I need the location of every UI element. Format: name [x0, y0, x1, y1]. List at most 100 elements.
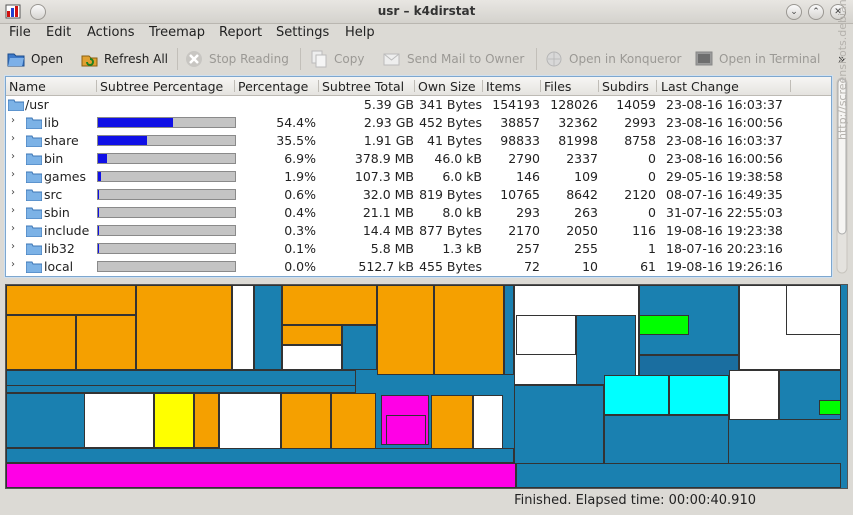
column-divider[interactable] [790, 80, 791, 92]
column-divider[interactable] [540, 80, 541, 92]
menu-report[interactable]: Report [219, 25, 262, 40]
treemap-tile[interactable] [282, 285, 377, 325]
tree-row-include[interactable]: › include 0.3% 14.4 MB 877 Bytes 2170 2050 116 1… [6, 222, 831, 240]
expand-arrow-icon[interactable]: › [11, 133, 15, 144]
tree-row-lib[interactable]: › lib 54.4% 2.93 GB 452 Bytes 38857 32362 2993 2… [6, 114, 831, 132]
treemap-tile[interactable] [6, 448, 514, 463]
folder-icon [26, 243, 42, 255]
tree-row-games[interactable]: › games 1.9% 107.3 MB 6.0 kB 146 109 0 29-05-16 … [6, 168, 831, 186]
expand-arrow-icon[interactable]: › [11, 115, 15, 126]
treemap-tile[interactable] [431, 395, 473, 450]
tree-row-src[interactable]: › src 0.6% 32.0 MB 819 Bytes 10765 8642 2120 08-… [6, 186, 831, 204]
column-divider[interactable] [598, 80, 599, 92]
treemap-tile[interactable] [6, 463, 516, 488]
expand-arrow-icon[interactable]: › [11, 259, 15, 270]
tree-row-bin[interactable]: › bin 6.9% 378.9 MB 46.0 kB 2790 2337 0 23-08-16… [6, 150, 831, 168]
column-header-last-change[interactable]: Last Change [661, 79, 739, 94]
column-header-items[interactable]: Items [486, 79, 521, 94]
send-mail-button[interactable]: Send Mail to Owner [383, 49, 524, 69]
refresh-all-button[interactable]: Refresh All [80, 49, 168, 69]
column-divider[interactable] [234, 80, 235, 92]
column-header-subdirs[interactable]: Subdirs [602, 79, 649, 94]
treemap-tile[interactable] [254, 285, 282, 370]
treemap-tile[interactable] [786, 285, 841, 335]
treemap-tile[interactable] [76, 315, 136, 370]
treemap-tile[interactable] [331, 393, 376, 453]
open-button[interactable]: Open [7, 49, 63, 69]
folder-icon [26, 135, 42, 147]
treemap-tile[interactable] [154, 393, 194, 448]
expand-arrow-icon[interactable]: › [11, 187, 15, 198]
tree-row-lib32[interactable]: › lib32 0.1% 5.8 MB 1.3 kB 257 255 1 18-07-16 20… [6, 240, 831, 258]
treemap-tile[interactable] [604, 415, 729, 465]
column-header-own-size[interactable]: Own Size [418, 79, 476, 94]
column-divider[interactable] [482, 80, 483, 92]
treemap-tile[interactable] [6, 315, 76, 370]
tree-row-sbin[interactable]: › sbin 0.4% 21.1 MB 8.0 kB 293 263 0 31-07-16 22… [6, 204, 831, 222]
treemap-tile[interactable] [6, 285, 136, 315]
treemap-tile[interactable] [194, 393, 219, 448]
column-header-subtree-percentage[interactable]: Subtree Percentage [100, 79, 223, 94]
window-menu-button[interactable] [30, 4, 46, 20]
treemap-tile[interactable] [386, 415, 426, 445]
maximize-button[interactable]: ⌃ [808, 4, 824, 20]
treemap-tile[interactable] [232, 285, 254, 370]
expand-arrow-icon[interactable]: › [11, 223, 15, 234]
treemap-tile[interactable] [377, 285, 434, 375]
menu-actions[interactable]: Actions [87, 25, 135, 40]
column-divider[interactable] [318, 80, 319, 92]
treemap-tile[interactable] [514, 385, 604, 465]
splitter-handle[interactable] [0, 277, 853, 286]
expand-arrow-icon[interactable]: › [11, 205, 15, 216]
copy-button[interactable]: Copy [310, 49, 364, 69]
column-divider[interactable] [414, 80, 415, 92]
treemap-tile[interactable] [604, 375, 669, 415]
column-divider[interactable] [656, 80, 657, 92]
treemap-tile[interactable] [819, 400, 841, 415]
menu-treemap[interactable]: Treemap [149, 25, 205, 40]
toolbar-separator [300, 48, 301, 70]
treemap-tile[interactable] [516, 315, 576, 355]
treemap-tile[interactable] [342, 325, 377, 370]
treemap-tile[interactable] [136, 285, 232, 370]
treemap-tile[interactable] [281, 393, 331, 453]
treemap-tile[interactable] [504, 285, 514, 375]
column-header-files[interactable]: Files [544, 79, 571, 94]
folder-icon [26, 225, 42, 237]
directory-tree-view[interactable]: Name Subtree Percentage Percentage Subtr… [5, 76, 832, 277]
treemap-tile[interactable] [729, 370, 779, 420]
stop-reading-button[interactable]: Stop Reading [185, 49, 289, 69]
open-in-terminal-button[interactable]: Open in Terminal [695, 49, 820, 69]
menu-help[interactable]: Help [345, 25, 375, 40]
treemap-tile[interactable] [6, 385, 356, 393]
expand-arrow-icon[interactable]: › [11, 241, 15, 252]
tree-row-local[interactable]: › local 0.0% 512.7 kB 455 Bytes 72 10 61 19-08-1… [6, 258, 831, 276]
treemap-tile[interactable] [282, 345, 342, 370]
subtree-percentage-bar [97, 243, 236, 254]
treemap-tile[interactable] [84, 393, 154, 448]
expand-arrow-icon[interactable]: › [11, 169, 15, 180]
treemap-tile[interactable] [282, 325, 342, 345]
menu-file[interactable]: File [9, 25, 31, 40]
treemap-tile[interactable] [473, 395, 503, 450]
treemap-tile[interactable] [639, 315, 689, 335]
treemap-view[interactable] [5, 284, 848, 489]
tree-row-share[interactable]: › share 35.5% 1.91 GB 41 Bytes 98833 81998 8758… [6, 132, 831, 150]
menu-settings[interactable]: Settings [276, 25, 329, 40]
expand-arrow-icon[interactable]: › [11, 151, 15, 162]
treemap-tile[interactable] [434, 285, 504, 375]
column-header-subtree-total[interactable]: Subtree Total [322, 79, 404, 94]
files-count: 2050 [566, 223, 598, 238]
menu-edit[interactable]: Edit [46, 25, 71, 40]
minimize-button[interactable]: ⌄ [786, 4, 802, 20]
tree-row-root[interactable]: /usr 5.39 GB 341 Bytes 154193 128026 140… [6, 96, 831, 114]
open-in-konqueror-button[interactable]: Open in Konqueror [545, 49, 681, 69]
treemap-tile[interactable] [669, 375, 729, 415]
items-count: 72 [524, 259, 540, 274]
treemap-tile[interactable] [516, 463, 841, 488]
treemap-tile[interactable] [219, 393, 281, 453]
last-change: 19-08-16 19:26:16 [666, 259, 783, 274]
column-divider[interactable] [96, 80, 97, 92]
column-header-percentage[interactable]: Percentage [238, 79, 308, 94]
column-header-name[interactable]: Name [9, 79, 46, 94]
